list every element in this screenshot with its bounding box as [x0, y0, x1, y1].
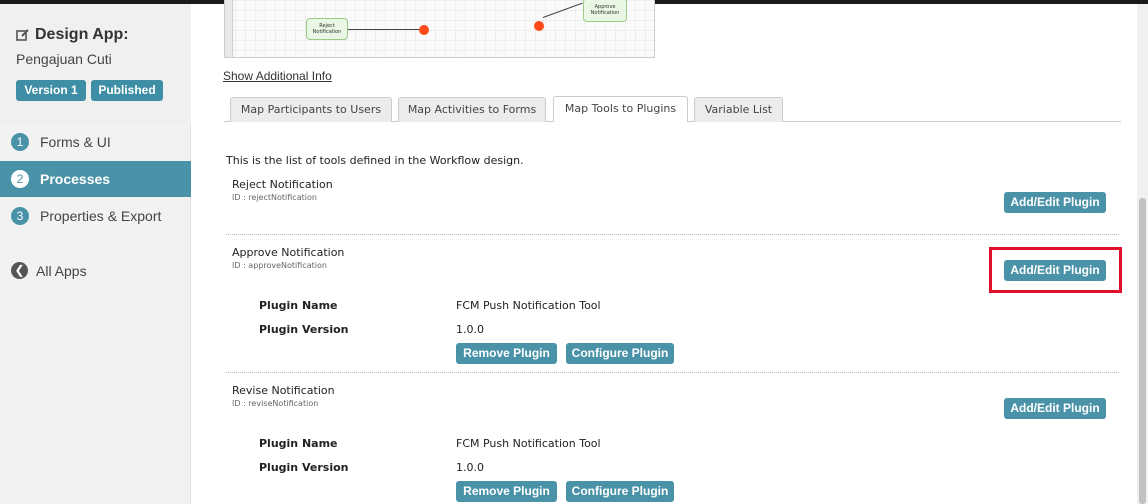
app-name: Pengajuan Cuti	[16, 51, 112, 67]
diagram-node-reject[interactable]: Reject Notification	[306, 18, 348, 40]
tool-id: ID : reviseNotification	[232, 399, 319, 408]
version-badge[interactable]: Version 1	[16, 80, 86, 101]
app-header: Design App: Pengajuan Cuti Version 1 Pub…	[0, 4, 191, 124]
plugin-name-value: FCM Push Notification Tool	[456, 437, 601, 450]
tab-bar: Map Participants to Users Map Activities…	[224, 96, 1121, 122]
diagram-node-approve[interactable]: Approve Notification	[583, 0, 627, 22]
tab-map-participants[interactable]: Map Participants to Users	[230, 97, 392, 122]
configure-plugin-button[interactable]: Configure Plugin	[566, 343, 674, 364]
all-apps-link[interactable]: ❮ All Apps	[11, 262, 87, 279]
tool-name: Revise Notification	[232, 384, 335, 397]
plugin-name-label: Plugin Name	[259, 299, 338, 312]
remove-plugin-button[interactable]: Remove Plugin	[456, 481, 557, 502]
intro-text: This is the list of tools defined in the…	[226, 154, 524, 167]
end-event-icon	[419, 25, 429, 35]
configure-plugin-button[interactable]: Configure Plugin	[566, 481, 674, 502]
nav-label: Properties & Export	[40, 208, 162, 224]
tab-map-activities[interactable]: Map Activities to Forms	[398, 97, 546, 122]
tab-map-tools[interactable]: Map Tools to Plugins	[553, 96, 688, 122]
vertical-scrollbar[interactable]	[1137, 4, 1148, 504]
separator	[226, 372, 1119, 373]
nav-number: 1	[11, 133, 29, 151]
sidebar: Design App: Pengajuan Cuti Version 1 Pub…	[0, 4, 191, 504]
tool-name: Reject Notification	[232, 178, 333, 191]
arrow-left-icon: ❮	[11, 262, 28, 279]
tool-id: ID : approveNotification	[232, 261, 327, 270]
workflow-diagram[interactable]: Reject Notification Approve Notification	[224, 0, 655, 58]
diagram-connector	[348, 29, 419, 30]
add-edit-plugin-button[interactable]: Add/Edit Plugin	[1004, 398, 1106, 419]
plugin-version-label: Plugin Version	[259, 461, 349, 474]
nav-item-properties-export[interactable]: 3 Properties & Export	[0, 198, 191, 234]
tool-id: ID : rejectNotification	[232, 193, 317, 202]
show-additional-info-link[interactable]: Show Additional Info	[223, 69, 332, 83]
tool-name: Approve Notification	[232, 246, 345, 259]
diagram-connector	[542, 2, 583, 18]
highlight-box	[989, 247, 1122, 293]
plugin-name-value: FCM Push Notification Tool	[456, 299, 601, 312]
plugin-version-label: Plugin Version	[259, 323, 349, 336]
nav-item-forms-ui[interactable]: 1 Forms & UI	[0, 124, 191, 160]
separator	[226, 234, 1119, 235]
remove-plugin-button[interactable]: Remove Plugin	[456, 343, 557, 364]
edit-icon	[16, 28, 30, 42]
plugin-version-value: 1.0.0	[456, 461, 484, 474]
main-content: Reject Notification Approve Notification…	[191, 0, 1137, 504]
nav-number: 3	[11, 207, 29, 225]
plugin-name-label: Plugin Name	[259, 437, 338, 450]
nav-item-processes[interactable]: 2 Processes	[0, 161, 191, 197]
end-event-icon	[534, 21, 544, 31]
tab-variable-list[interactable]: Variable List	[694, 97, 783, 122]
app-title-text: Design App:	[35, 26, 129, 43]
nav-label: Forms & UI	[40, 134, 111, 150]
nav-label: Processes	[40, 171, 111, 187]
add-edit-plugin-button[interactable]: Add/Edit Plugin	[1004, 192, 1106, 213]
all-apps-label: All Apps	[36, 262, 87, 279]
plugin-version-value: 1.0.0	[456, 323, 484, 336]
published-badge[interactable]: Published	[91, 80, 163, 101]
scrollbar-thumb[interactable]	[1139, 198, 1146, 504]
swimlane	[225, 0, 233, 57]
nav-number: 2	[11, 170, 29, 188]
app-title: Design App:	[16, 26, 129, 44]
